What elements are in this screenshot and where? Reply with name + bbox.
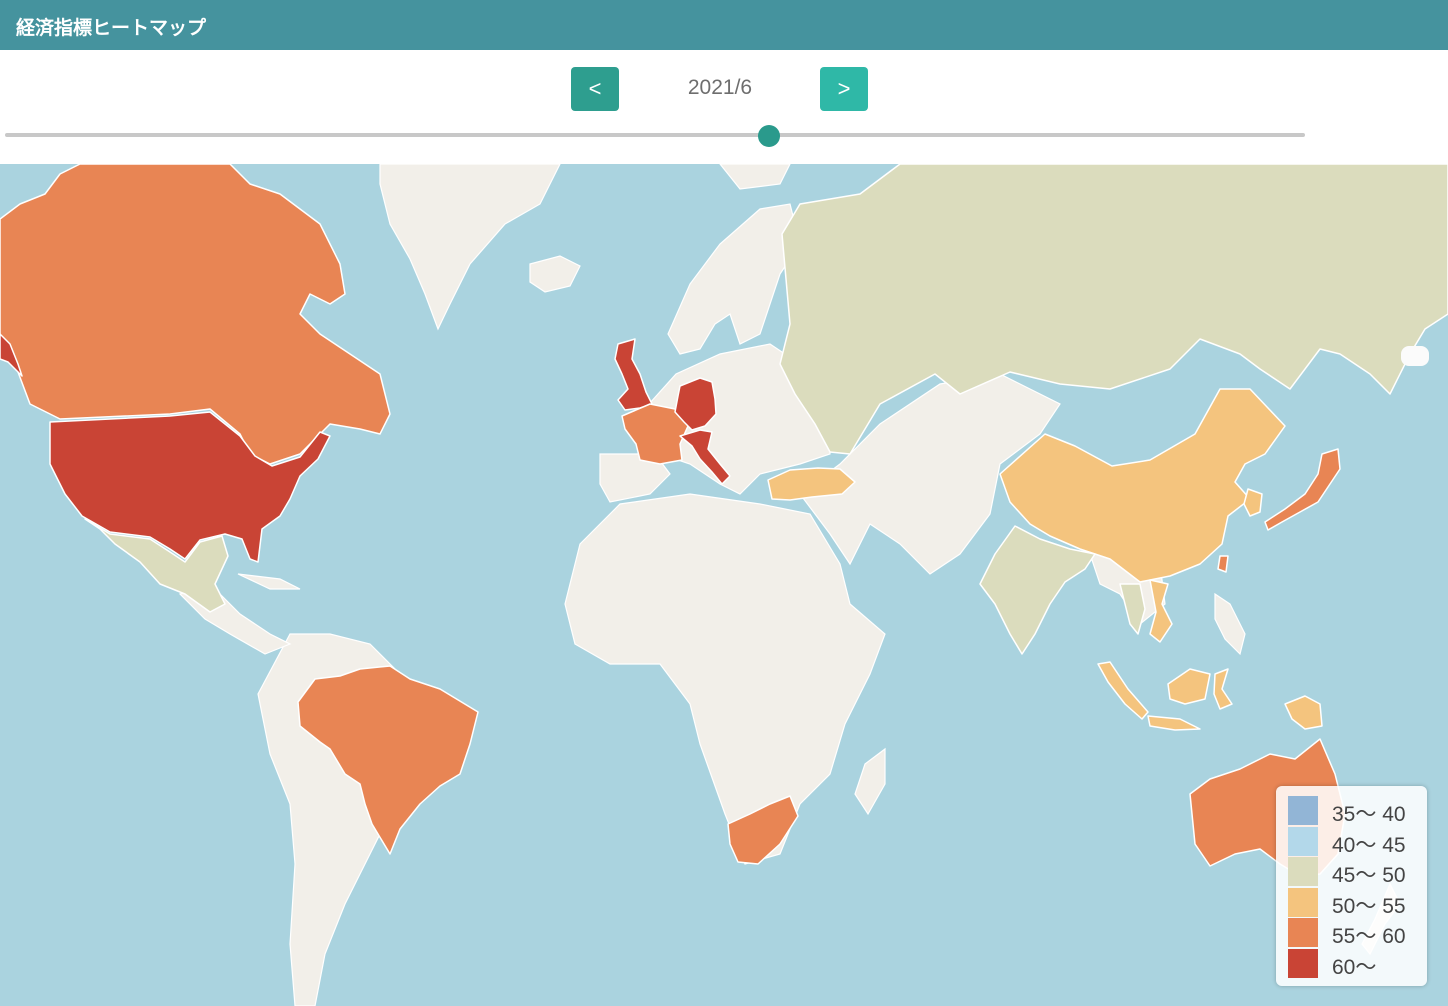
- land-scandinavia: [667, 203, 801, 355]
- legend-swatch: [1288, 948, 1318, 978]
- country-indonesia[interactable]: [1097, 661, 1149, 720]
- land-svalbard: [719, 164, 791, 190]
- legend-swatch: [1288, 796, 1318, 825]
- next-month-button[interactable]: >: [820, 67, 868, 111]
- land-madagascar: [854, 747, 886, 816]
- land-philippines: [1214, 592, 1246, 656]
- map-svg: [0, 164, 1448, 1006]
- land-africa: [564, 493, 886, 865]
- legend-swatch: [1288, 918, 1318, 947]
- legend-label: 60〜: [1332, 955, 1377, 979]
- map-zoom-control[interactable]: [1401, 346, 1429, 366]
- country-south-korea[interactable]: [1243, 488, 1263, 517]
- country-indonesia-sulawesi[interactable]: [1213, 668, 1233, 710]
- country-papua-new-guinea[interactable]: [1284, 695, 1323, 730]
- legend-label: 35〜 40: [1332, 803, 1406, 826]
- date-slider-track[interactable]: [5, 133, 1305, 137]
- legend-label: 40〜 45: [1332, 833, 1406, 857]
- country-indonesia-borneo[interactable]: [1167, 668, 1211, 705]
- app-header: 経済指標ヒートマップ: [0, 0, 1448, 50]
- land-greenland: [379, 164, 561, 331]
- map-legend: 35〜 40 40〜 45 45〜 50 50〜 55 55〜 60 60〜: [1276, 786, 1427, 986]
- legend-label: 45〜 50: [1332, 864, 1406, 887]
- legend-swatch: [1288, 857, 1318, 886]
- land-iceland: [529, 255, 581, 293]
- legend-label: 50〜 55: [1332, 894, 1406, 918]
- page-title: 経済指標ヒートマップ: [16, 17, 207, 39]
- land-cuba: [237, 573, 301, 590]
- country-japan[interactable]: [1264, 448, 1341, 531]
- legend-swatch: [1288, 826, 1318, 856]
- country-taiwan[interactable]: [1217, 555, 1229, 573]
- country-russia[interactable]: [779, 164, 1448, 455]
- legend-swatch: [1288, 887, 1318, 917]
- legend-label: 55〜 60: [1332, 925, 1406, 948]
- current-date-label: 2021/6: [687, 76, 753, 99]
- country-indonesia-java[interactable]: [1147, 715, 1201, 731]
- country-uk[interactable]: [614, 338, 653, 411]
- country-thailand[interactable]: [1119, 583, 1146, 635]
- world-map[interactable]: [0, 164, 1448, 1006]
- prev-month-button[interactable]: <: [571, 67, 619, 111]
- date-slider-thumb[interactable]: [758, 125, 781, 147]
